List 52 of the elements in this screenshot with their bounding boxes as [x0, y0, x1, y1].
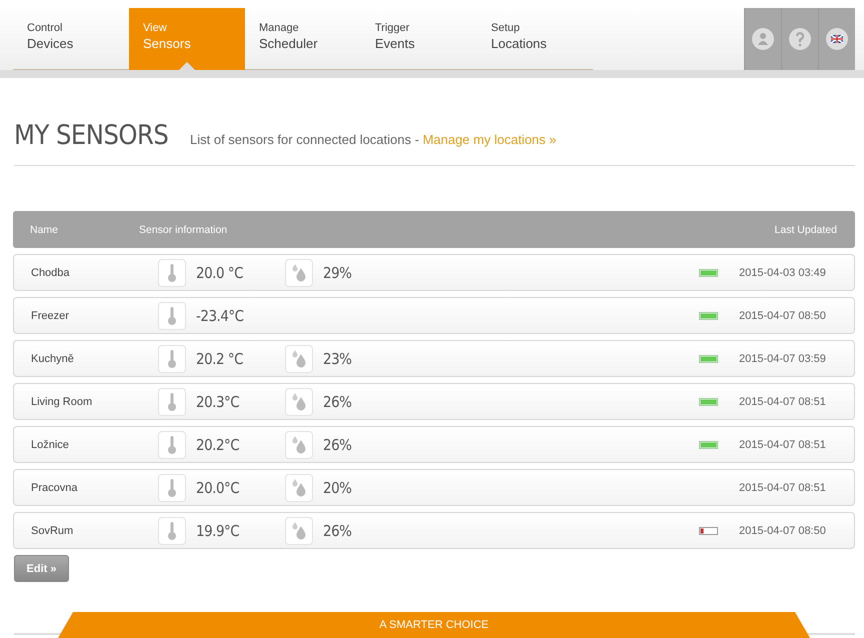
nav-tab[interactable]: Setup Locations — [477, 8, 593, 70]
temperature-value: 20.0 °C — [196, 264, 243, 282]
flag-icon[interactable] — [826, 28, 848, 50]
thermometer-icon — [167, 348, 177, 368]
water-drops-icon — [291, 262, 307, 282]
column-header: Name — [29, 224, 60, 236]
temperature-value: 20.2°C — [196, 436, 240, 454]
thermometer-icon — [167, 306, 177, 326]
page-subtitle: List of sensors for connected locations - Manage my locations » — [190, 132, 556, 147]
help-icon[interactable] — [789, 28, 811, 50]
page-title: MY SENSORS — [14, 120, 170, 151]
column-header: Sensor information — [139, 224, 228, 236]
last-updated: 2015-04-07 08:50 — [739, 524, 826, 536]
nav-tab[interactable]: Trigger Events — [361, 8, 477, 70]
sensor-name: Chodba — [31, 266, 70, 278]
thermometer-icon — [167, 520, 177, 540]
temperature-value: 19.9°C — [196, 522, 240, 540]
thermometer-icon — [167, 262, 177, 282]
water-drops-icon — [291, 478, 307, 498]
humidity-value: 26% — [323, 436, 352, 454]
last-updated: 2015-04-07 03:59 — [739, 352, 826, 364]
water-drops-icon — [291, 520, 307, 540]
thermometer-icon — [167, 392, 177, 412]
sensor-name: Freezer — [31, 310, 69, 322]
temperature-value: 20.2 °C — [196, 350, 243, 368]
water-drops-icon — [291, 392, 307, 412]
humidity-value: 29% — [323, 264, 352, 282]
temperature-value: 20.3°C — [196, 392, 240, 410]
last-updated: 2015-04-07 08:51 — [739, 482, 826, 494]
sensor-name: Living Room — [31, 396, 92, 408]
humidity-value: 26% — [323, 522, 352, 540]
last-updated: 2015-04-07 08:51 — [739, 438, 826, 450]
humidity-value: 23% — [323, 350, 352, 368]
last-updated: 2015-04-07 08:51 — [739, 396, 826, 408]
column-header: Last Updated — [774, 224, 838, 236]
user-icon[interactable] — [752, 28, 774, 50]
thermometer-icon — [167, 478, 177, 498]
humidity-value: 26% — [323, 392, 352, 410]
last-updated: 2015-04-03 03:49 — [739, 266, 826, 278]
water-drops-icon — [291, 348, 307, 368]
thermometer-icon — [167, 434, 177, 454]
footer-banner: A SMARTER CHOICE — [58, 612, 810, 638]
sensor-name: Pracovna — [31, 482, 78, 494]
humidity-value: 20% — [323, 478, 352, 496]
temperature-value: -23.4°C — [196, 306, 244, 324]
nav-tab[interactable]: Manage Scheduler — [245, 8, 361, 70]
sensor-name: Ložnice — [31, 438, 69, 450]
temperature-value: 20.0°C — [196, 478, 240, 496]
water-drops-icon — [291, 434, 307, 454]
last-updated: 2015-04-07 08:50 — [739, 310, 826, 322]
sensor-name: Kuchyně — [31, 352, 74, 364]
sensor-name: SovRum — [31, 524, 74, 536]
